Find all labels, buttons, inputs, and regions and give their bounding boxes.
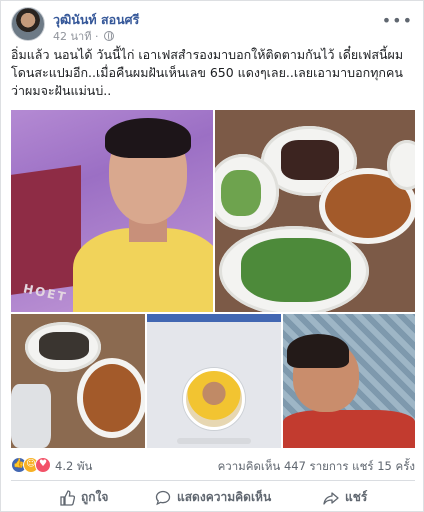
comment-label: แสดงความคิดเห็น <box>177 490 272 504</box>
post-text: อิ่มแล้ว นอนได้ วันนี้ไก่ เอาเฟสสำรองมาบ… <box>11 47 404 98</box>
post-header: วุฒินันท์ สอนศรี 42 นาที · ••• <box>11 7 415 43</box>
globe-icon <box>103 31 114 41</box>
profile-header-bar <box>147 314 281 322</box>
photo-food-spread[interactable] <box>215 110 415 312</box>
like-button[interactable]: ถูกใจ <box>59 484 108 510</box>
photo-selfie-tile[interactable] <box>283 314 415 448</box>
post-time[interactable]: 42 นาที <box>53 30 91 43</box>
car-seat <box>11 165 81 295</box>
hair <box>105 118 191 158</box>
dark-food <box>39 332 89 360</box>
thumbs-up-icon <box>60 489 75 506</box>
divider <box>11 480 415 481</box>
profile-name-placeholder <box>177 438 251 444</box>
profile-avatar <box>183 368 245 430</box>
reaction-count[interactable]: 4.2 พัน <box>55 458 92 476</box>
post-card: วุฒินันท์ สอนศรี 42 นาที · ••• อิ่มแล้ว … <box>0 0 424 512</box>
more-options-icon[interactable]: ••• <box>382 11 413 30</box>
herbs <box>241 238 351 302</box>
comments-shares: ความคิดเห็น 447 รายการ แชร์ 15 ครั้ง <box>218 458 415 476</box>
comment-icon <box>155 490 171 505</box>
post-meta: 42 นาที · <box>53 27 114 45</box>
share-button[interactable]: แชร์ <box>323 484 367 510</box>
photo-food-bowl[interactable] <box>11 314 145 448</box>
photo-selfie-car[interactable]: HOET <box>11 110 213 312</box>
shares-count[interactable]: แชร์ 15 ครั้ง <box>352 459 415 473</box>
post-actions: ถูกใจ แสดงความคิดเห็น แชร์ <box>11 484 415 510</box>
post-stats: 👍 ☺ ♥ 4.2 พัน ความคิดเห็น 447 รายการ แชร… <box>11 455 415 475</box>
plastic-bag <box>11 384 51 448</box>
share-label: แชร์ <box>345 490 368 504</box>
hair <box>287 334 349 368</box>
share-arrow-icon <box>323 491 339 505</box>
author-avatar[interactable] <box>11 7 45 41</box>
grilled-meat <box>281 140 339 180</box>
red-shirt <box>283 410 415 448</box>
separator: · <box>94 30 102 43</box>
comment-button[interactable]: แสดงความคิดเห็น <box>155 484 271 510</box>
dip-bowl <box>77 358 145 438</box>
love-icon: ♥ <box>35 457 51 473</box>
comments-count[interactable]: ความคิดเห็น 447 รายการ <box>218 459 349 473</box>
cucumbers <box>221 170 261 216</box>
like-label: ถูกใจ <box>81 490 109 504</box>
photo-profile-card[interactable] <box>147 314 281 448</box>
